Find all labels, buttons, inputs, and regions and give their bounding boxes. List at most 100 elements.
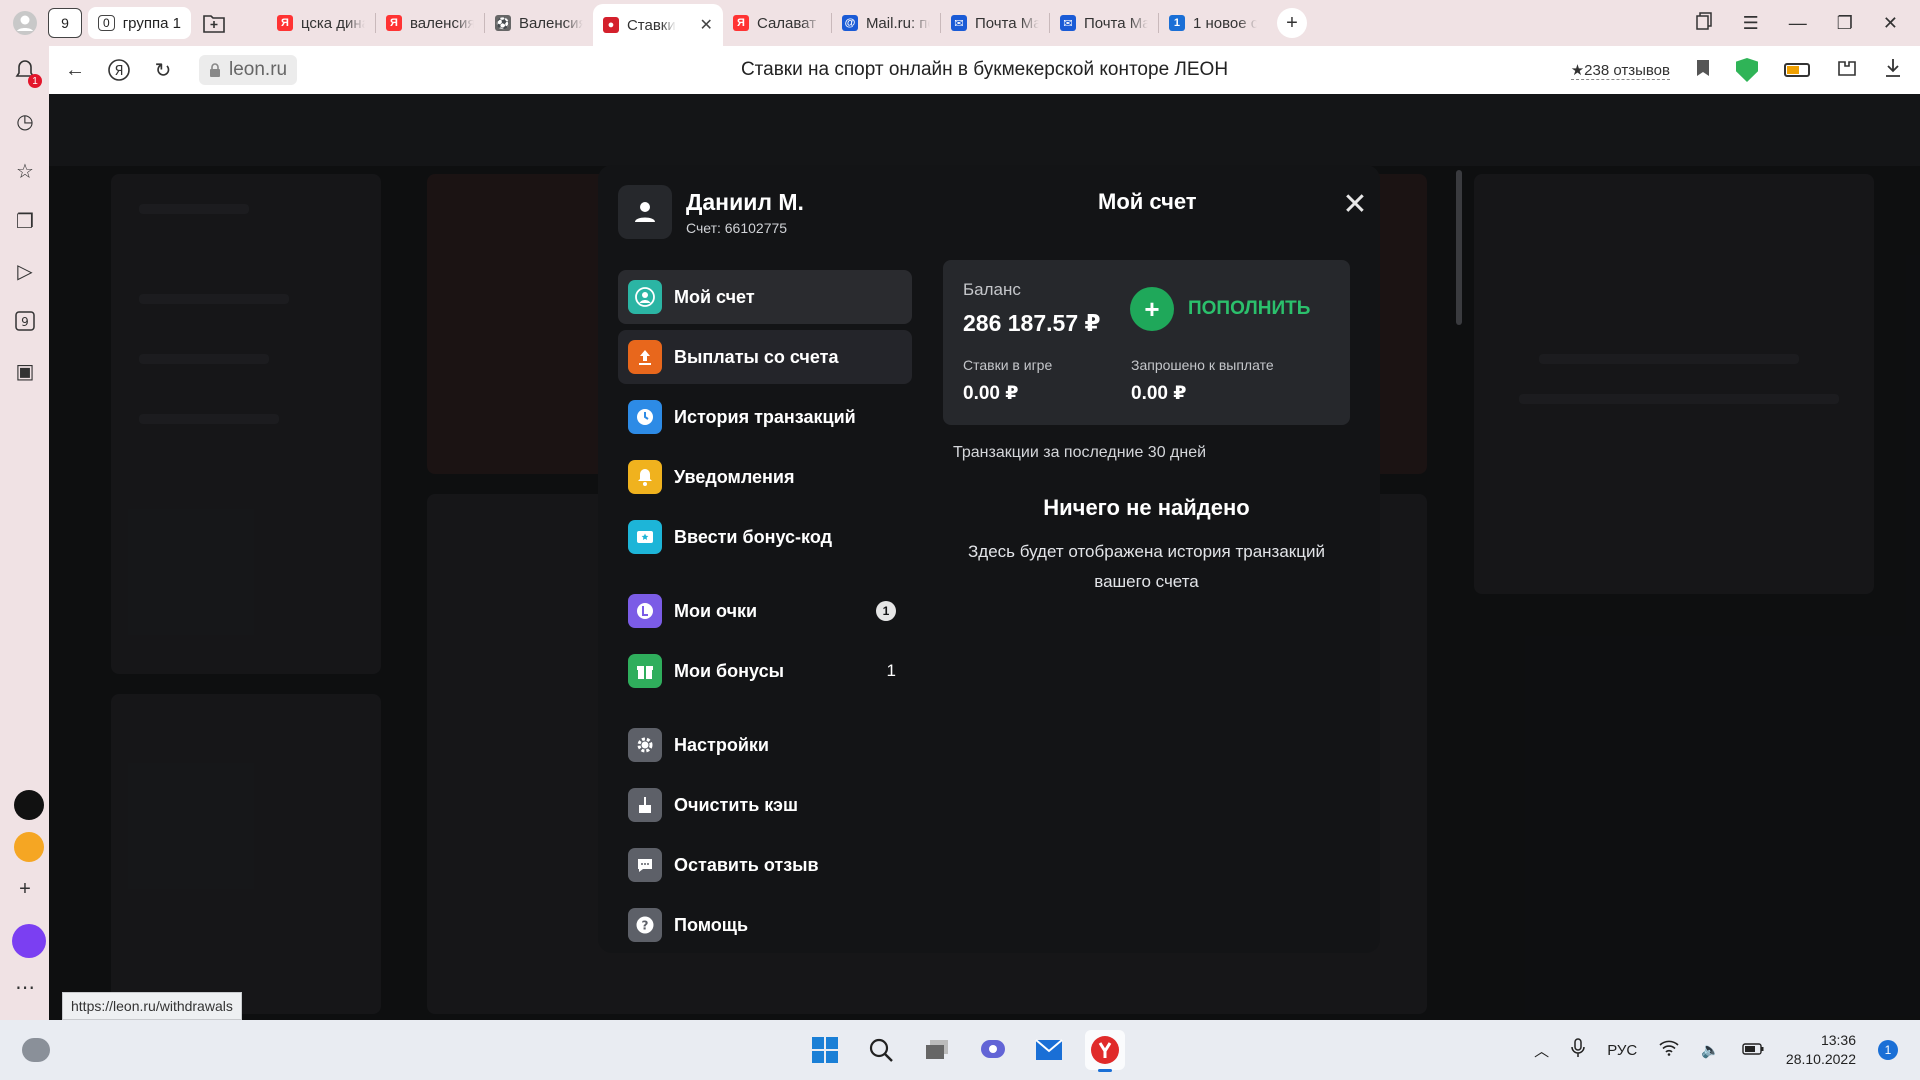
tabs-counter-button[interactable]: 9 xyxy=(48,8,82,38)
browser-tab[interactable]: Я Салават Ю xyxy=(723,4,831,42)
close-modal-icon[interactable]: ✕ xyxy=(1341,190,1369,220)
yandex-home-icon[interactable]: Я xyxy=(97,58,141,82)
tab-title: валенсия xyxy=(409,14,474,32)
chat-icon xyxy=(628,848,662,882)
menu-item[interactable]: История транзакций xyxy=(618,390,912,444)
teams-chat-icon[interactable] xyxy=(973,1030,1013,1070)
bookmark-icon[interactable] xyxy=(1696,59,1710,82)
battery-saver-icon[interactable] xyxy=(1784,63,1810,77)
mail-icon[interactable] xyxy=(1029,1030,1069,1070)
mail-app-icon[interactable] xyxy=(14,832,44,862)
protect-shield-icon[interactable] xyxy=(1736,58,1758,82)
alice-assistant-icon[interactable] xyxy=(12,924,46,958)
clock-time: 13:36 xyxy=(1820,1032,1856,1048)
clock-date: 28.10.2022 xyxy=(1785,1051,1856,1067)
reviews-link[interactable]: ★238 отзывов xyxy=(1570,61,1670,80)
volume-icon[interactable]: 🔈 xyxy=(1701,1041,1720,1059)
system-clock[interactable]: 13:36 28.10.2022 xyxy=(1786,1031,1856,1069)
menu-item[interactable]: Мой счет xyxy=(618,270,912,324)
notification-center-badge[interactable]: 1 xyxy=(1878,1040,1898,1060)
menu-item[interactable]: Уведомления xyxy=(618,450,912,504)
menu-item[interactable]: Выплаты со счета xyxy=(618,330,912,384)
gear-icon xyxy=(628,728,662,762)
menu-spacer xyxy=(618,704,912,718)
new-tab-button[interactable]: + xyxy=(1276,8,1307,38)
browser-tab[interactable]: Яцска дина xyxy=(267,4,375,42)
menu-item[interactable]: Настройки xyxy=(618,718,912,772)
menu-item[interactable]: Ввести бонус-код xyxy=(618,510,912,564)
browser-tab[interactable]: Яваленсия xyxy=(376,4,484,42)
status-url-tooltip: https://leon.ru/withdrawals xyxy=(62,992,242,1020)
browser-tab[interactable]: ✉ Почта Mai xyxy=(941,4,1049,42)
browser-tab[interactable]: ⚽ Валенсия xyxy=(485,4,593,42)
add-group-icon[interactable] xyxy=(197,6,231,40)
browser-tab-bar: 9 0 группа 1 Яцска дина Яваленсия ⚽ Валенси… xyxy=(0,0,1920,46)
url-field[interactable]: leon.ru xyxy=(199,55,298,85)
weather-widget-icon[interactable] xyxy=(22,1038,50,1062)
browser-tab[interactable]: ● Ставки ✕ xyxy=(592,4,723,46)
menu-item[interactable]: Очистить кэш xyxy=(618,778,912,832)
menu-item[interactable]: Мои очки 1 xyxy=(618,584,912,638)
add-app-icon[interactable]: + xyxy=(12,876,38,902)
reload-icon[interactable]: ↻ xyxy=(141,58,185,83)
account-number: Счет: 66102775 xyxy=(686,219,788,236)
app-icon-black[interactable] xyxy=(14,790,44,820)
ticket-icon xyxy=(628,520,662,554)
browser-tab[interactable]: ✉ Почта Mai xyxy=(1050,4,1158,42)
collections-sidebar-icon[interactable]: ❐ xyxy=(12,208,38,234)
plus-icon: + xyxy=(1130,287,1174,331)
task-view-icon[interactable] xyxy=(917,1030,957,1070)
menu-spacer xyxy=(618,570,912,584)
menu-item[interactable]: Оставить отзыв xyxy=(618,838,912,892)
screenshot-camera-icon[interactable]: ▣ xyxy=(12,358,38,384)
tab-group-pill[interactable]: 0 группа 1 xyxy=(88,7,191,39)
close-tab-icon[interactable]: ✕ xyxy=(700,15,713,35)
menu-icon[interactable]: ☰ xyxy=(1743,13,1759,34)
topup-button[interactable]: + ПОПОЛНИТЬ xyxy=(1130,287,1310,331)
tab-favicon-icon: Я xyxy=(276,15,293,31)
menu-item[interactable]: Мои бонусы 1 xyxy=(618,644,912,698)
windows-start-icon[interactable] xyxy=(805,1030,845,1070)
tab-title: 1 новое со xyxy=(1192,14,1257,32)
wifi-icon[interactable] xyxy=(1659,1040,1679,1060)
collections-icon[interactable] xyxy=(1695,11,1713,35)
menu-item-label: Уведомления xyxy=(674,466,795,487)
downloads-icon[interactable] xyxy=(1884,58,1902,83)
tab-favicon-icon: ● xyxy=(602,17,619,33)
yandex-browser-taskbar-icon[interactable] xyxy=(1085,1030,1125,1072)
history-icon[interactable]: ◷ xyxy=(12,108,38,134)
back-icon[interactable]: ← xyxy=(53,59,97,82)
notifications-bell-icon[interactable]: 1 xyxy=(12,58,42,88)
microphone-icon[interactable] xyxy=(1571,1038,1585,1062)
language-indicator[interactable]: РУС xyxy=(1607,1042,1637,1059)
more-icon[interactable]: ⋯ xyxy=(12,974,38,1000)
extensions-icon[interactable] xyxy=(1836,58,1858,83)
user-name: Даниил М. xyxy=(686,188,804,215)
battery-icon[interactable] xyxy=(1742,1042,1764,1059)
user-avatar-icon xyxy=(618,185,672,239)
page-scrollbar[interactable] xyxy=(1456,170,1462,325)
tab-title: Почта Mai xyxy=(1083,14,1148,32)
menu-item-label: Настройки xyxy=(674,734,769,755)
coin-icon xyxy=(628,594,662,628)
restore-icon[interactable]: ❐ xyxy=(1837,13,1853,34)
menu-item-label: Помощь xyxy=(674,914,749,935)
tabs-number-icon[interactable]: 9 xyxy=(12,308,38,334)
tab-title: Mail.ru: по xyxy=(865,14,930,32)
menu-item-label: Мои очки xyxy=(674,600,758,621)
show-hidden-icons-chevron-icon[interactable]: ︿ xyxy=(1534,1040,1549,1061)
transactions-period-label: Транзакции за последние 30 дней xyxy=(953,444,1207,461)
search-icon[interactable] xyxy=(861,1030,901,1070)
profile-icon[interactable] xyxy=(8,6,42,40)
svg-text:9: 9 xyxy=(21,315,29,329)
video-play-icon[interactable]: ▷ xyxy=(12,258,38,284)
user-circle-icon xyxy=(628,280,662,314)
browser-tab[interactable]: @ Mail.ru: по xyxy=(832,4,940,42)
minimize-icon[interactable]: — xyxy=(1789,13,1807,34)
close-window-icon[interactable]: ✕ xyxy=(1883,13,1898,34)
requested-withdrawal-label: Запрошено к выплате xyxy=(1131,357,1274,373)
favorites-star-icon[interactable]: ☆ xyxy=(12,158,38,184)
browser-tab[interactable]: 1 1 новое со xyxy=(1159,4,1267,42)
menu-item[interactable]: ? Помощь xyxy=(618,898,912,952)
tab-favicon-icon: Я xyxy=(732,15,749,31)
